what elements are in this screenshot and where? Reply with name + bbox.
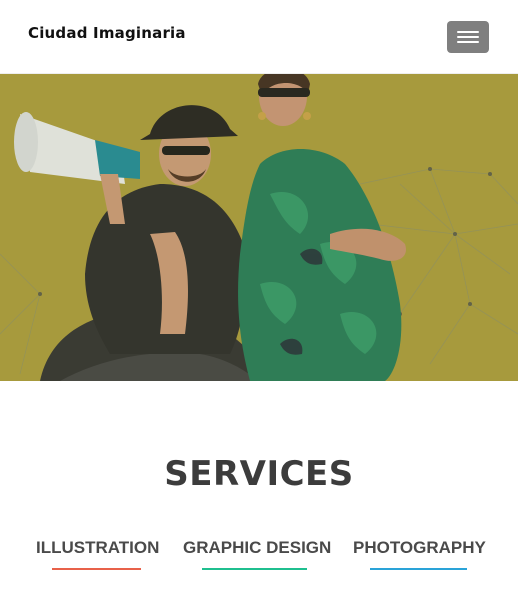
brand-logo-text[interactable]: Ciudad Imaginaria bbox=[28, 24, 186, 42]
services-tabs: ILLUSTRATION GRAPHIC DESIGN PHOTOGRAPHY bbox=[0, 538, 518, 578]
tab-label: ILLUSTRATION bbox=[36, 538, 160, 557]
tab-underline bbox=[51, 568, 141, 570]
tab-photography[interactable]: PHOTOGRAPHY bbox=[353, 538, 486, 570]
tab-label: GRAPHIC DESIGN bbox=[183, 538, 332, 557]
hamburger-menu-icon-bar bbox=[457, 36, 479, 38]
navbar: Ciudad Imaginaria bbox=[0, 0, 518, 74]
tab-label: PHOTOGRAPHY bbox=[353, 538, 486, 557]
hero-photo bbox=[0, 74, 518, 381]
tab-graphic-design[interactable]: GRAPHIC DESIGN bbox=[183, 538, 332, 570]
tab-illustration[interactable]: ILLUSTRATION bbox=[36, 538, 160, 570]
tab-underline bbox=[201, 568, 307, 570]
hamburger-menu-icon bbox=[457, 31, 479, 33]
tab-underline bbox=[369, 568, 467, 570]
hamburger-menu-icon-bar bbox=[457, 41, 479, 43]
menu-toggle-button[interactable] bbox=[447, 21, 489, 53]
services-heading: SERVICES bbox=[164, 454, 354, 494]
hero-image bbox=[0, 74, 518, 381]
